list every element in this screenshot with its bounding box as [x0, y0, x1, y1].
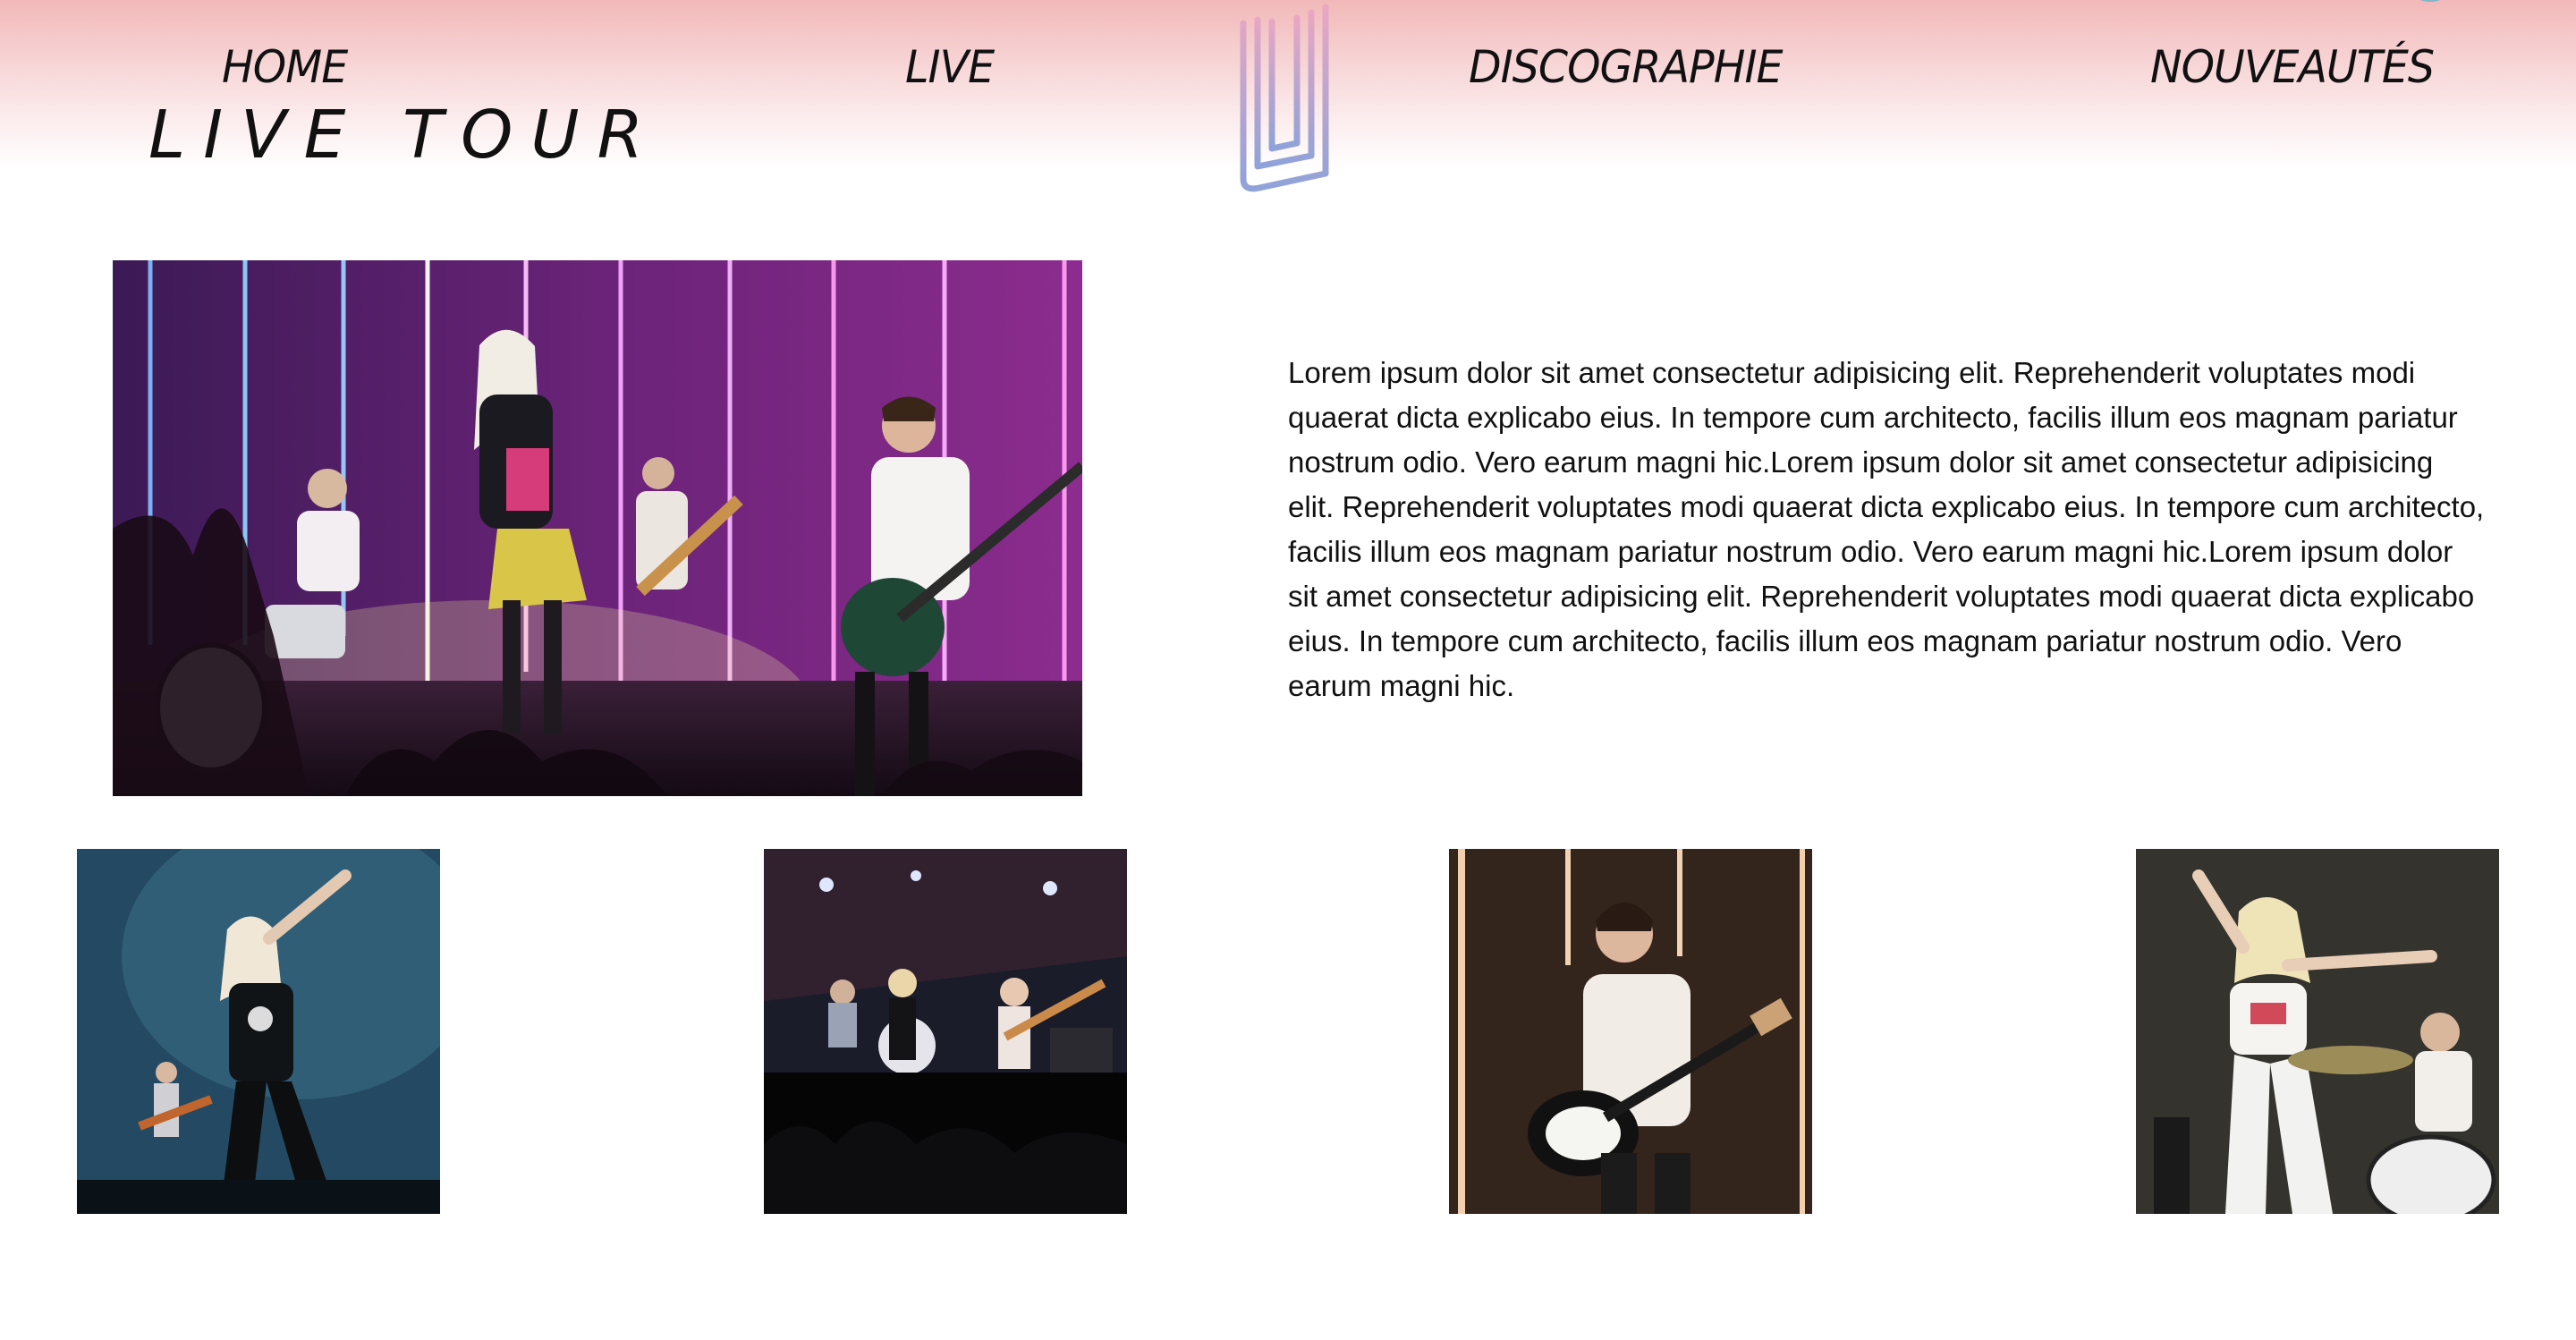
gallery-photo-1[interactable]: [77, 849, 440, 1214]
gallery-photo-4[interactable]: [2136, 849, 2499, 1214]
site-logo[interactable]: [1233, 0, 1340, 206]
nav-nouveautes-link[interactable]: NOUVEAUTÉS: [2150, 41, 2435, 93]
nav-live-link[interactable]: LIVE: [905, 41, 995, 93]
nav-home-link[interactable]: HOME: [222, 41, 348, 93]
page: HOME LIVE DISCOGRAPHIE NOUVEAUTÉS LIVE T…: [0, 0, 2576, 1340]
intro-paragraph: Lorem ipsum dolor sit amet consectetur a…: [1288, 356, 2485, 702]
gallery-photo-3[interactable]: [1449, 849, 1812, 1214]
nav-discographie-link[interactable]: DISCOGRAPHIE: [1469, 41, 1784, 93]
hero-concert-photo: [113, 260, 1082, 796]
corner-decoration: [2406, 0, 2454, 2]
page-title: LIVE TOUR: [148, 97, 661, 174]
gallery-photo-2[interactable]: [764, 849, 1127, 1214]
logo-icon: [1240, 0, 1329, 192]
